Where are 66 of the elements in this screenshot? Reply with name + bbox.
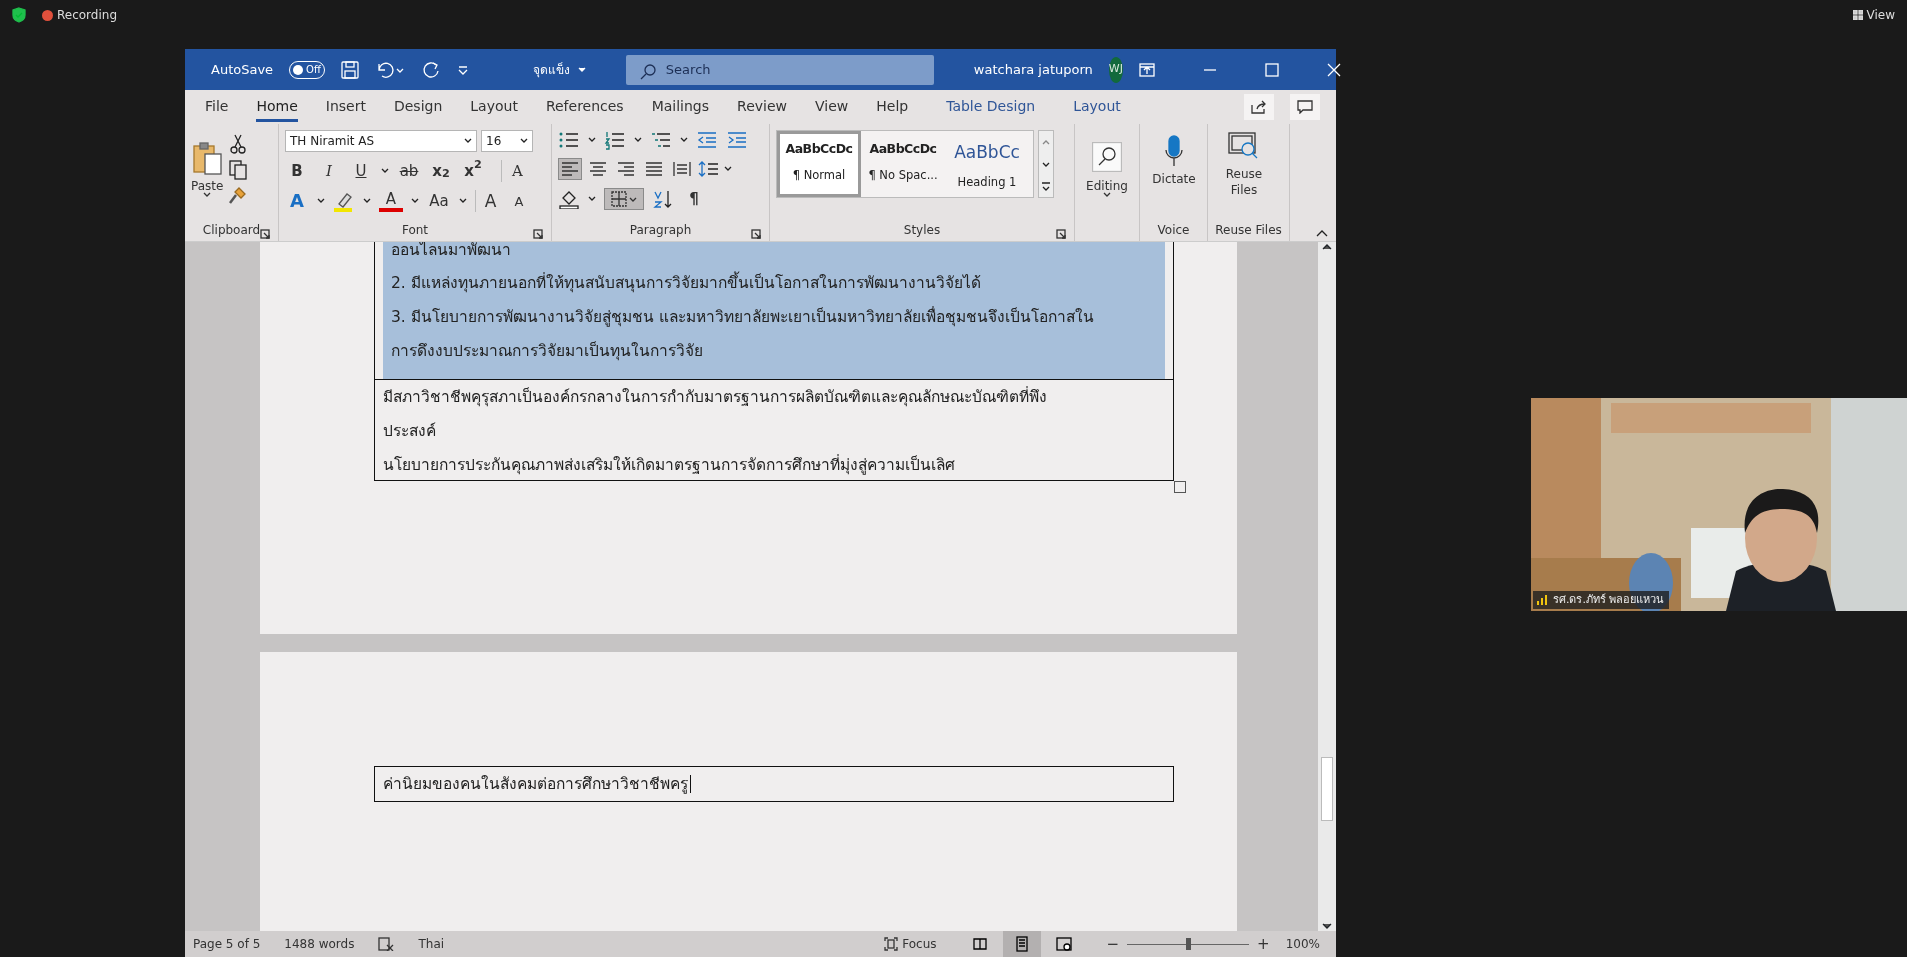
- ribbon-tab[interactable]: Review: [737, 92, 787, 122]
- text-line: 3. มีนโยบายการพัฒนางานวิจัยสู่ชุมชน และมหาวิทยาลัยพะเยาเป็นมหาวิทยาลัยเพื่อชุมชนจึงเป็นโอกาสใน: [391, 305, 1095, 329]
- ribbon-tab[interactable]: Layout: [470, 92, 518, 122]
- strikethrough-button[interactable]: ab: [397, 160, 421, 182]
- shrink-font-button[interactable]: A: [507, 190, 531, 212]
- focus-button[interactable]: Focus: [884, 933, 937, 955]
- ribbon-tab[interactable]: File: [205, 92, 229, 122]
- text-line: ออนไลนมาพัฒนา: [391, 242, 512, 260]
- ribbon-tab[interactable]: Insert: [325, 92, 366, 122]
- ribbon-tab[interactable]: Design: [393, 92, 443, 122]
- recording-label: Recording: [57, 7, 118, 24]
- ribbon-tab[interactable]: Help: [876, 92, 909, 122]
- ribbon-tab[interactable]: Mailings: [651, 92, 710, 122]
- font-name-dropdown[interactable]: TH Niramit AS: [285, 130, 477, 152]
- style-option[interactable]: AaBbCcDc ¶ No Spac...: [861, 131, 945, 197]
- text-effects-button[interactable]: A: [285, 190, 309, 212]
- text-line: นโยบายการประกันคุณภาพส่งเสริมให้เกิดมาตรฐานการจัดการศึกษาที่มุ่งสู่ความเป็นเลิศ: [383, 453, 956, 477]
- ribbon-tab[interactable]: Home: [256, 92, 298, 122]
- user-name[interactable]: watchara jatuporn: [973, 59, 1093, 80]
- italic-button[interactable]: I: [317, 160, 341, 182]
- user-avatar[interactable]: WJ: [1108, 56, 1123, 83]
- zoom-out-button[interactable]: −: [1106, 933, 1120, 955]
- view-menu[interactable]: View: [1866, 6, 1895, 24]
- ribbon-tab[interactable]: View: [815, 92, 849, 122]
- ribbon-tab[interactable]: Layout: [1073, 92, 1121, 122]
- text-line: 2. มีแหล่งทุนภายนอกที่ให้ทุนสนับสนุนการวิจัยมากขึ้นเป็นโอกาสในการพัฒนางานวิจัยได้: [391, 266, 1157, 300]
- font-color-button[interactable]: A: [379, 190, 403, 212]
- page-count[interactable]: Page 5 of 5: [193, 935, 261, 953]
- group-label: Voice: [1157, 222, 1190, 239]
- text-line: มีสภาวิชาชีพคุรุสภาเป็นองค์กรกลางในการกำกับมาตรฐานการผลิตบัณฑิตและคุณลักษณะบัณฑิตที่พึง: [383, 385, 1048, 409]
- group-label: Clipboard: [202, 222, 261, 239]
- font-name: TH Niramit AS: [290, 133, 375, 150]
- show-formatting-button[interactable]: ¶: [682, 188, 706, 210]
- underline-button[interactable]: U: [349, 160, 373, 182]
- grow-font-button[interactable]: A: [475, 190, 499, 212]
- group-label: Styles: [903, 222, 941, 239]
- participant-name: รศ.ดร.ภัทร์ พลอยแหวน: [1553, 591, 1665, 608]
- style-option[interactable]: AaBbCc Heading 1: [945, 131, 1029, 197]
- toggle-state: Off: [306, 63, 321, 77]
- zoom-level[interactable]: 100%: [1285, 935, 1320, 953]
- change-case-button[interactable]: Aa: [427, 190, 451, 212]
- reuse-files-button[interactable]: Reuse Files: [1214, 130, 1274, 200]
- text-line: ประสงค์: [383, 421, 437, 442]
- group-label: Font: [401, 222, 429, 239]
- ribbon-tab[interactable]: References: [545, 92, 624, 122]
- autosave-label: AutoSave: [211, 60, 274, 79]
- clear-formatting-button[interactable]: A: [501, 160, 525, 182]
- zoom-in-button[interactable]: +: [1257, 933, 1270, 955]
- style-option[interactable]: AaBbCcDc ¶ Normal: [777, 131, 861, 197]
- dictate-button[interactable]: Dictate: [1146, 130, 1202, 190]
- document-title[interactable]: จุดแข็ง: [532, 60, 570, 79]
- paste-button[interactable]: Paste: [191, 130, 224, 210]
- bold-button[interactable]: B: [285, 160, 309, 182]
- word-count[interactable]: 1488 words: [284, 935, 355, 953]
- group-label: Paragraph: [629, 222, 692, 239]
- superscript-button[interactable]: x$^{2}$: [461, 160, 485, 182]
- group-label: Reuse Files: [1215, 222, 1282, 239]
- text-line: การดึงงบประมาณการวิจัยมาเป็นทุนในการวิจัย: [391, 340, 704, 363]
- subscript-button[interactable]: x$_{2}$: [429, 160, 453, 182]
- ribbon-tab[interactable]: Table Design: [946, 92, 1036, 122]
- search-field[interactable]: Search: [625, 54, 934, 85]
- editing-button[interactable]: Editing: [1081, 130, 1133, 210]
- language-label[interactable]: Thai: [418, 935, 445, 953]
- text-line: ค่านิยมของคนในสังคมต่อการศึกษาวิชาชีพครู: [383, 775, 691, 793]
- font-size-dropdown[interactable]: 16: [481, 130, 533, 152]
- font-size: 16: [486, 133, 502, 150]
